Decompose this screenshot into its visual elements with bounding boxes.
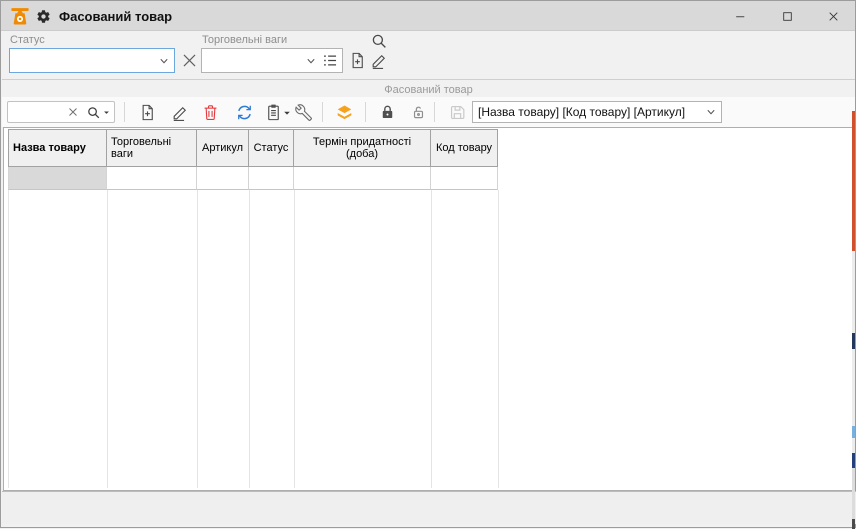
report-dropdown-icon[interactable] <box>283 109 291 117</box>
search-fields-combobox[interactable]: [Назва товару] [Код товару] [Артикул] <box>472 101 722 123</box>
scale-app-icon <box>9 5 31 27</box>
products-grid: Назва товару Торговельні ваги Артикул Ст… <box>3 127 853 491</box>
background-window-edge <box>852 453 855 468</box>
grid-cell[interactable] <box>107 167 197 190</box>
grid-column-line <box>498 190 499 488</box>
grid-cell[interactable] <box>249 167 294 190</box>
grid-column-line <box>107 190 108 488</box>
column-header[interactable]: Статус <box>249 129 294 167</box>
background-window-edge <box>852 349 855 426</box>
chevron-down-icon <box>157 54 171 68</box>
column-header[interactable]: Артикул <box>197 129 249 167</box>
close-button[interactable] <box>820 4 846 28</box>
refresh-button[interactable] <box>232 100 256 124</box>
edit-icon <box>370 51 389 70</box>
column-header[interactable]: Торговельні ваги <box>107 129 197 167</box>
maximize-button[interactable] <box>774 4 800 28</box>
search-icon <box>370 32 388 50</box>
edit-record-button[interactable] <box>168 100 192 124</box>
window-title: Фасований товар <box>59 9 172 24</box>
titlebar: Фасований товар <box>1 1 855 31</box>
grid-column-line <box>249 190 250 488</box>
status-filter-combobox[interactable] <box>9 48 175 73</box>
grid-column-line <box>294 190 295 488</box>
search-icon <box>86 105 101 120</box>
lock-button[interactable] <box>375 100 399 124</box>
minimize-icon <box>734 10 747 23</box>
table-row[interactable] <box>8 167 498 190</box>
grid-header-row: Назва товару Торговельні ваги Артикул Ст… <box>8 129 498 167</box>
unlock-button[interactable] <box>406 100 430 124</box>
list-icon <box>321 51 340 70</box>
toolbar: [Назва товару] [Код товару] [Артикул] <box>2 97 855 127</box>
maximize-icon <box>781 10 794 23</box>
chevron-down-icon <box>304 54 318 68</box>
grid-cell-selected[interactable] <box>8 167 107 190</box>
background-window-edge <box>852 438 855 453</box>
grid-search-input[interactable] <box>8 105 66 119</box>
column-header[interactable]: Термін придатності (доба) <box>294 129 431 167</box>
chevron-down-icon <box>704 105 718 119</box>
save-icon <box>448 103 467 122</box>
background-window-edge <box>852 251 855 333</box>
save-button[interactable] <box>445 100 469 124</box>
layers-icon <box>335 103 354 122</box>
layers-button[interactable] <box>332 100 356 124</box>
gear-icon <box>36 9 51 24</box>
report-icon <box>264 103 283 122</box>
background-window-edge <box>852 111 855 251</box>
scales-filter-label: Торговельні ваги <box>202 34 287 46</box>
grid-column-line <box>431 190 432 488</box>
edit-scales-button[interactable] <box>369 50 390 71</box>
grid-search-box[interactable] <box>7 101 115 123</box>
app-window: Фасований товар Статус Торговельні ваги <box>0 0 856 528</box>
background-window-edge <box>852 426 855 438</box>
status-filter-input[interactable] <box>10 54 157 68</box>
scales-filter-combobox[interactable] <box>201 48 343 73</box>
unlock-icon <box>409 103 428 122</box>
column-header[interactable]: Код товару <box>431 129 498 167</box>
tools-button[interactable] <box>291 100 315 124</box>
chevron-down-icon <box>103 109 110 116</box>
grid-cell[interactable] <box>294 167 431 190</box>
delete-record-button[interactable] <box>198 100 222 124</box>
wrench-icon <box>294 103 313 122</box>
add-record-button[interactable] <box>135 100 159 124</box>
scales-filter-input[interactable] <box>202 54 304 68</box>
edit-icon <box>171 103 190 122</box>
clear-search-icon <box>66 105 80 119</box>
scales-list-button[interactable] <box>321 51 340 70</box>
background-window-edge <box>852 333 855 349</box>
status-filter-label: Статус <box>10 34 45 46</box>
search-fields-value: [Назва товару] [Код товару] [Артикул] <box>473 105 704 119</box>
clear-status-filter-button[interactable] <box>180 51 199 70</box>
close-icon <box>827 10 840 23</box>
delete-icon <box>201 103 220 122</box>
grid-column-line <box>8 190 9 488</box>
background-window-edge <box>852 468 855 519</box>
group-panel: Фасований товар <box>2 79 855 97</box>
grid-column-line <box>197 190 198 488</box>
minimize-button[interactable] <box>727 4 753 28</box>
add-record-icon <box>138 103 157 122</box>
filter-panel: Статус Торговельні ваги <box>2 31 855 79</box>
column-header[interactable]: Назва товару <box>8 129 107 167</box>
add-record-icon <box>348 51 367 70</box>
search-scales-button[interactable] <box>370 32 388 50</box>
add-scales-button[interactable] <box>347 50 368 71</box>
status-bar <box>2 491 856 524</box>
grid-cell[interactable] <box>197 167 249 190</box>
group-caption: Фасований товар <box>384 84 472 96</box>
refresh-icon <box>235 103 254 122</box>
grid-cell[interactable] <box>431 167 498 190</box>
report-button[interactable] <box>261 100 285 124</box>
clear-filter-icon <box>180 51 199 70</box>
lock-icon <box>378 103 397 122</box>
